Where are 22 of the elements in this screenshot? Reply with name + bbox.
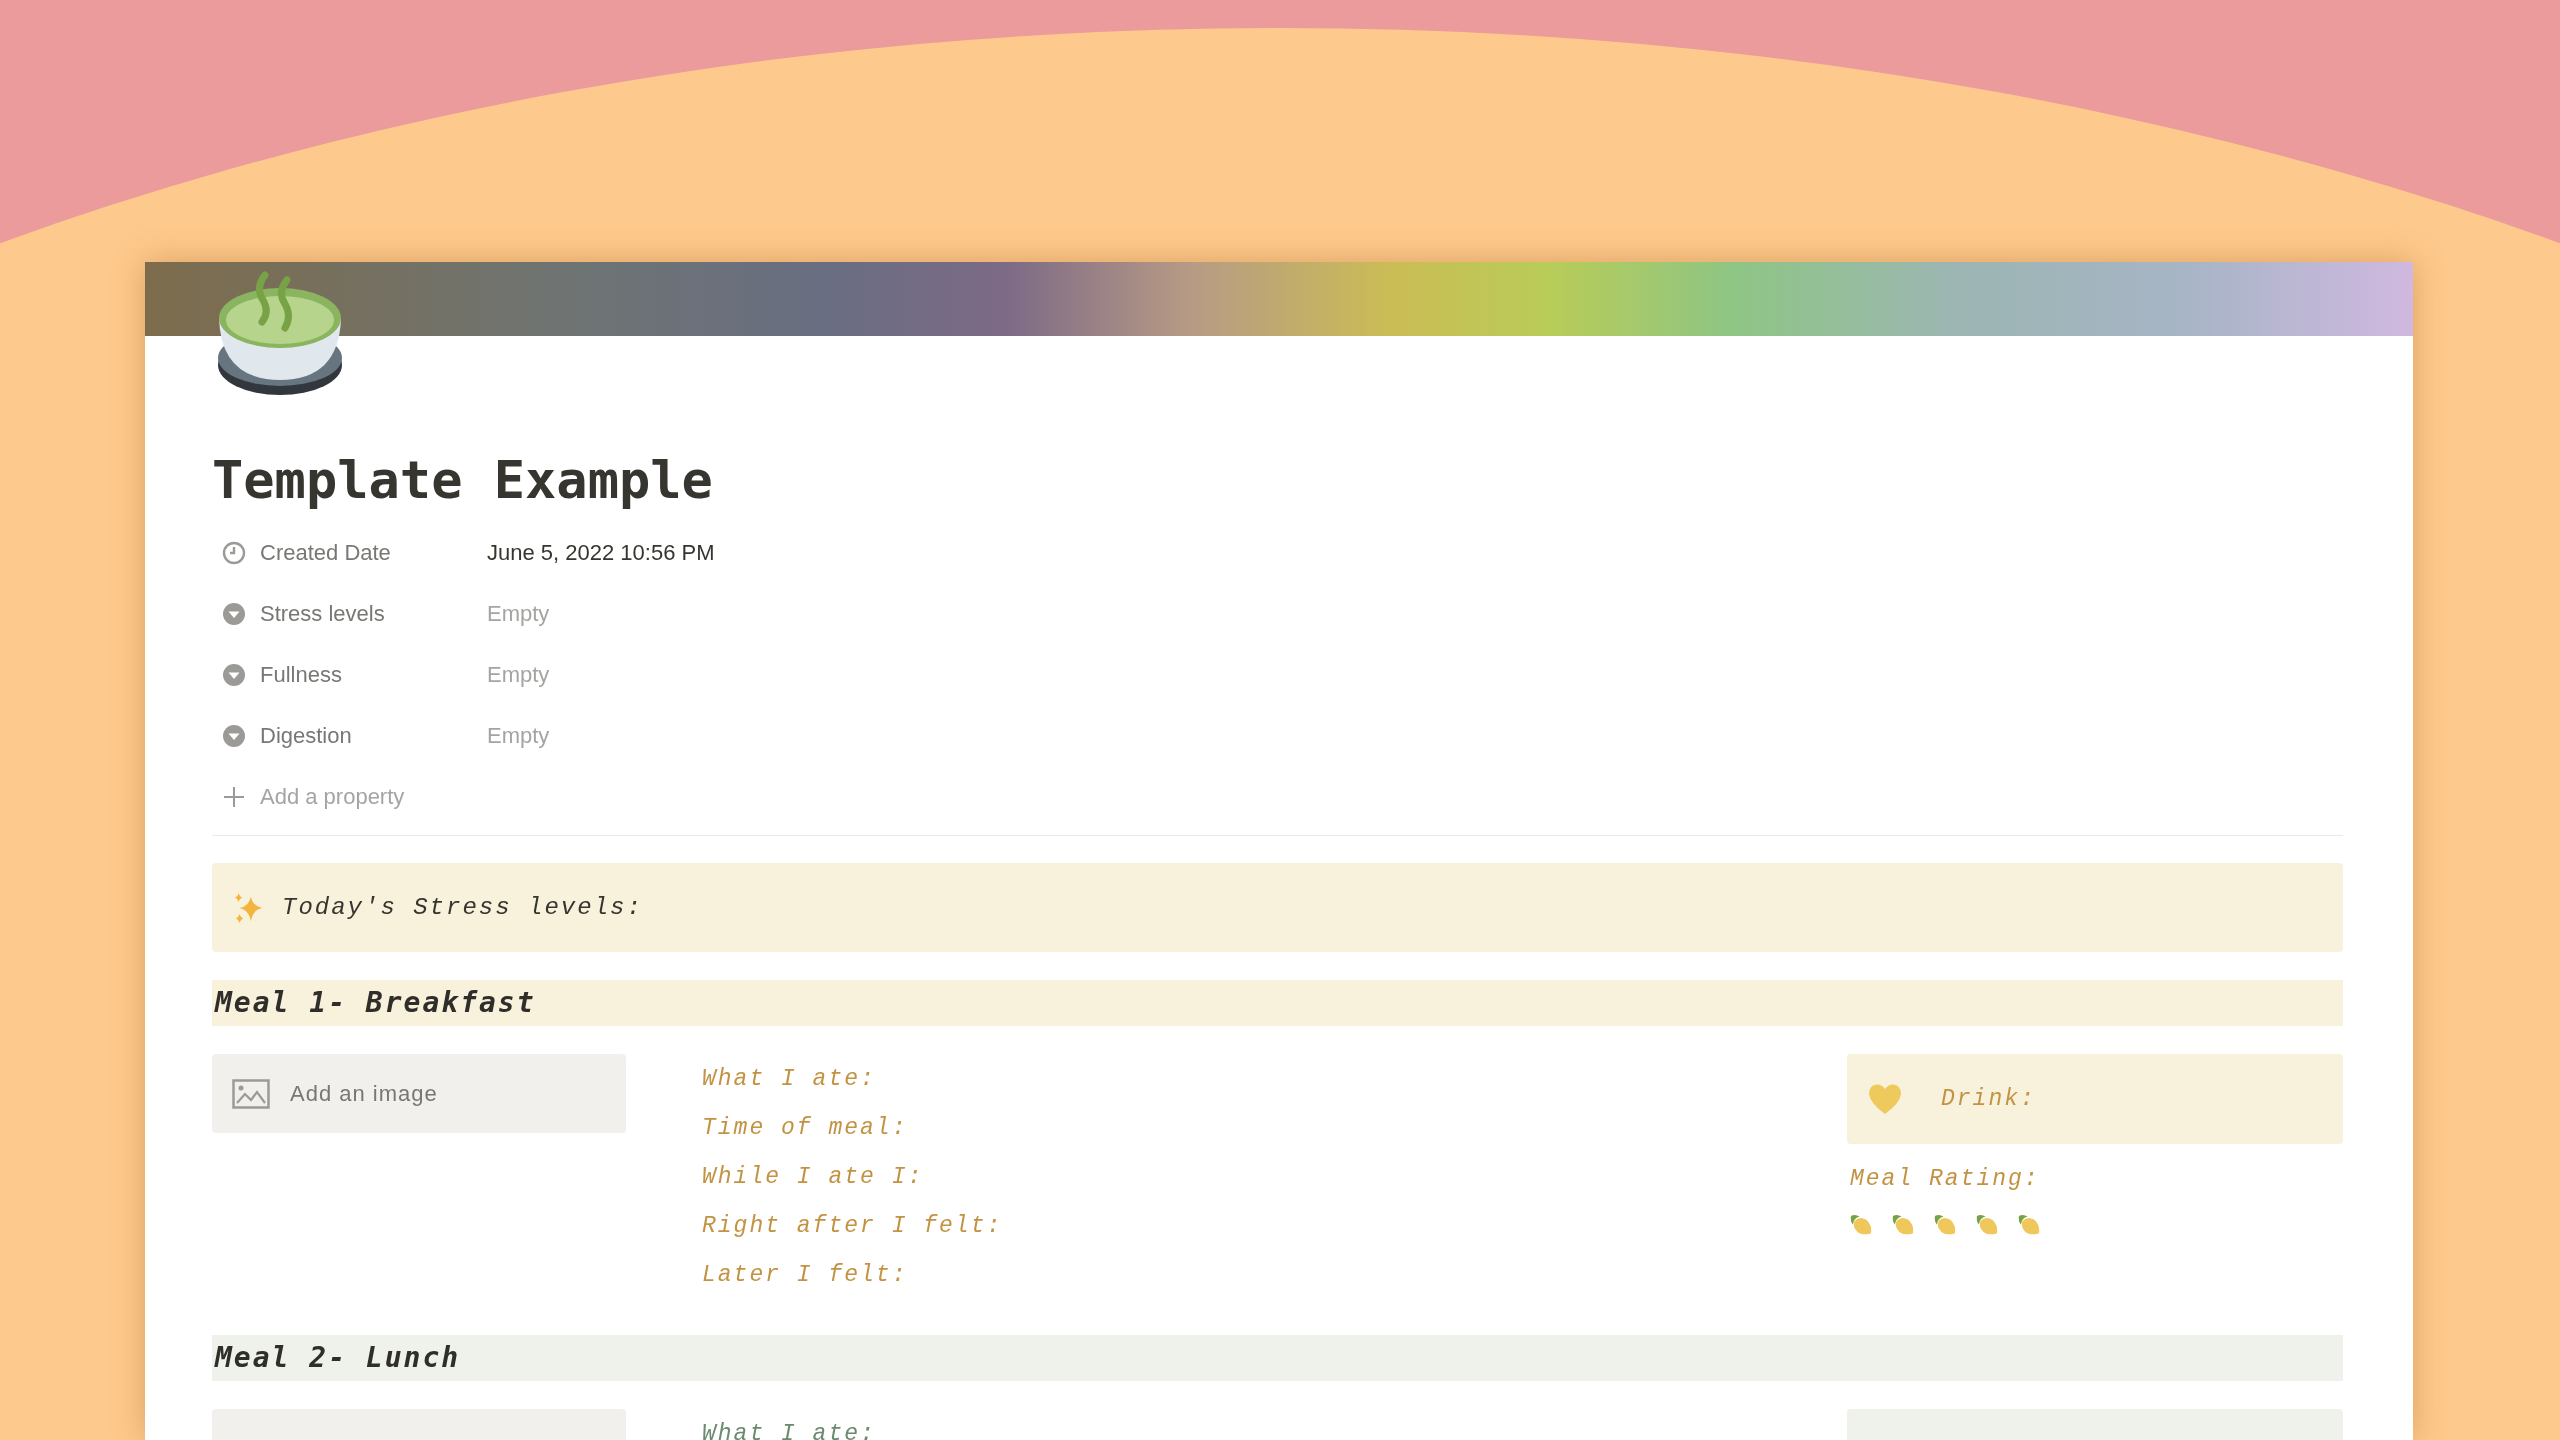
- prompt-text: While I ate I:: [702, 1163, 924, 1192]
- add-property-link[interactable]: Add a property: [260, 780, 405, 813]
- rating-label: Meal Rating:: [1849, 1165, 2040, 1194]
- property-value[interactable]: Empty: [487, 719, 550, 752]
- drink-label: Drink:: [1941, 1084, 2036, 1114]
- prompt-text: Right after I felt:: [702, 1212, 1003, 1241]
- meal-heading: Meal 1- Breakfast: [215, 985, 536, 1021]
- property-label: Fullness: [260, 661, 342, 689]
- property-value[interactable]: June 5, 2022 10:56 PM: [487, 536, 715, 569]
- property-label: Stress levels: [260, 600, 385, 628]
- property-value[interactable]: Empty: [487, 597, 550, 630]
- prompt-text: What I ate:: [702, 1065, 876, 1094]
- prompt-text: Time of meal:: [702, 1114, 908, 1143]
- property-label: Digestion: [260, 722, 352, 750]
- property-value[interactable]: Empty: [487, 658, 550, 691]
- callout-text: Today's Stress levels:: [282, 892, 643, 923]
- prompt-text: Later I felt:: [702, 1261, 908, 1290]
- image-placeholder[interactable]: Add an image: [212, 1054, 626, 1133]
- meal-heading: Meal 2- Lunch: [215, 1340, 461, 1376]
- page-title: Template Example: [212, 449, 713, 512]
- property-label: Created Date: [260, 539, 391, 567]
- prompt-text: What I ate:: [702, 1420, 876, 1440]
